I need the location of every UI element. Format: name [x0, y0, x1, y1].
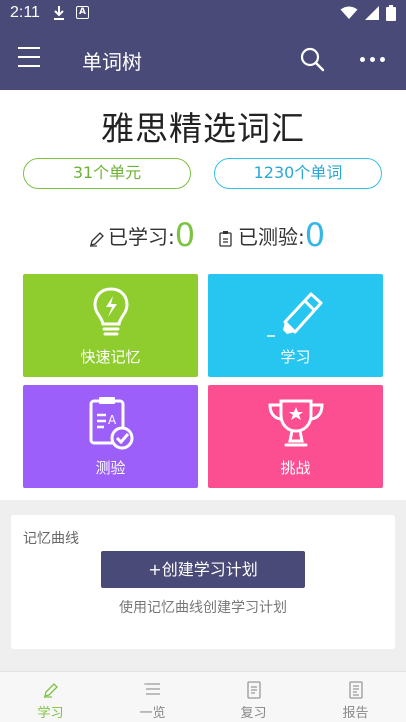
- svg-text:A: A: [108, 413, 117, 427]
- quick-memory-tile[interactable]: 快速记忆: [23, 274, 198, 377]
- bottom-nav: 学习 一览 复习 报告: [0, 671, 406, 722]
- tested-count: 0: [304, 216, 326, 254]
- nav-tab-report[interactable]: 报告: [305, 672, 406, 722]
- study-stats: 已学习 : 0 已测验 : 0: [0, 218, 406, 258]
- nav-tab-study[interactable]: 学习: [0, 672, 101, 722]
- tested-label: 已测验: [238, 225, 298, 249]
- app-root: 2:11 A 单词树 雅思精选词汇 31个单元 1230个单词 已学习: 0 …: [0, 0, 406, 722]
- nav-tab-study-label: 学习: [37, 706, 64, 721]
- test-tile[interactable]: A 测验: [23, 385, 198, 488]
- nav-tab-report-label: 报告: [342, 706, 369, 721]
- list-icon: [143, 683, 160, 695]
- more-options-button[interactable]: [360, 50, 390, 68]
- test-paper-icon: A: [89, 397, 133, 450]
- nav-tab-review-label: 复习: [240, 706, 267, 721]
- challenge-label: 挑战: [280, 459, 311, 477]
- memory-curve-hint: 使用记忆曲线创建学习计划: [119, 600, 287, 616]
- nav-tab-review[interactable]: 复习: [203, 672, 304, 722]
- learned-colon: :: [168, 225, 175, 249]
- learned-label: 已学习: [108, 225, 168, 249]
- learned-count: 0: [174, 216, 196, 254]
- trophy-icon: [267, 399, 324, 447]
- units-count-button[interactable]: 31个单元: [23, 158, 191, 189]
- signal-icon: [365, 6, 379, 20]
- lightbulb-icon: [92, 287, 129, 336]
- search-icon: [300, 47, 325, 72]
- status-indicators: [340, 5, 396, 21]
- more-dots-icon: [360, 56, 365, 62]
- study-label: 学习: [280, 348, 311, 366]
- study-tile[interactable]: 学习: [208, 274, 383, 377]
- learned-stat: 已学习 : 0: [88, 218, 195, 252]
- wifi-icon: [340, 6, 358, 19]
- nav-tab-overview-label: 一览: [139, 706, 166, 721]
- app-title: 单词树: [82, 50, 142, 74]
- create-plan-button[interactable]: +创建学习计划: [101, 551, 305, 588]
- highlighter-icon: [266, 292, 322, 337]
- memory-curve-title: 记忆曲线: [23, 531, 79, 547]
- battery-icon: [386, 5, 396, 21]
- report-icon: [348, 681, 363, 699]
- pencil-icon: [43, 683, 58, 698]
- pencil-icon: [90, 232, 104, 247]
- book-overview: 雅思精选词汇 31个单元 1230个单词 已学习 : 0 已测验: 0 快速记…: [0, 90, 406, 500]
- book-title: 雅思精选词汇: [101, 109, 305, 148]
- search-button[interactable]: [298, 45, 326, 73]
- test-label: 测验: [95, 459, 126, 477]
- challenge-tile[interactable]: 挑战: [208, 385, 383, 488]
- menu-button[interactable]: [18, 47, 44, 71]
- nav-tab-overview[interactable]: 一览: [102, 672, 203, 722]
- clipboard-icon: [219, 231, 232, 247]
- status-time: 2:11: [10, 4, 40, 21]
- tested-colon: :: [298, 225, 305, 249]
- hamburger-menu-icon: [18, 47, 44, 67]
- memory-curve-card: 记忆曲线 +创建学习计划 使用记忆曲线创建学习计划: [11, 515, 395, 649]
- app-bar: 单词树: [0, 28, 406, 90]
- document-icon: [246, 681, 261, 699]
- quick-memory-label: 快速记忆: [80, 348, 141, 366]
- status-bar: 2:11 A: [0, 0, 406, 28]
- words-count-button[interactable]: 1230个单词: [214, 158, 382, 189]
- notification-a-icon: A: [76, 6, 89, 19]
- tested-stat: 已测验 : 0: [218, 218, 325, 252]
- download-icon: [54, 6, 64, 20]
